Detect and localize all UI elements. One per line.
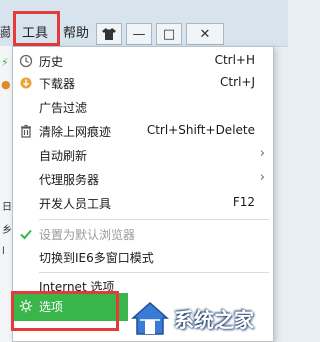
menu-item-shortcut: F12 bbox=[232, 195, 255, 209]
menu-item-label: 清除上网痕迹 bbox=[39, 125, 112, 139]
watermark-text: 系统之家 bbox=[174, 308, 254, 332]
menu-item-label: 下载器 bbox=[39, 77, 76, 91]
options-annotation-frame bbox=[11, 291, 119, 331]
menu-item-proxy-server[interactable]: 代理服务器 › bbox=[13, 169, 273, 191]
gutter-text-1: 日 bbox=[2, 202, 12, 213]
menu-item-shortcut: Ctrl+H bbox=[214, 53, 255, 67]
tools-annotation-frame bbox=[13, 11, 60, 46]
minimize-button[interactable]: — bbox=[126, 23, 152, 45]
menu-item-set-default-browser: 设置为默认浏览器 bbox=[13, 224, 273, 246]
minimize-icon: — bbox=[132, 26, 146, 42]
menu-separator bbox=[39, 219, 269, 220]
menubar-item-help[interactable]: 帮助 bbox=[61, 23, 91, 45]
download-icon bbox=[19, 76, 33, 90]
chevron-right-icon: › bbox=[259, 146, 265, 161]
house-logo-icon bbox=[131, 301, 169, 335]
menu-item-ad-filter[interactable]: 广告过滤 bbox=[13, 97, 273, 119]
menu-item-history[interactable]: 历史 Ctrl+H bbox=[13, 51, 273, 73]
menu-item-label: 代理服务器 bbox=[39, 173, 100, 187]
menu-item-label: 设置为默认浏览器 bbox=[39, 228, 136, 242]
skin-button[interactable] bbox=[96, 23, 122, 45]
menu-item-downloader[interactable]: 下载器 Ctrl+J bbox=[13, 73, 273, 95]
shirt-icon bbox=[102, 28, 116, 40]
lightning-icon: ⚡ bbox=[1, 56, 9, 69]
menu-item-developer-tools[interactable]: 开发人员工具 F12 bbox=[13, 193, 273, 215]
menu-item-label: 开发人员工具 bbox=[39, 197, 112, 211]
check-icon bbox=[19, 227, 33, 241]
close-button[interactable]: ✕ bbox=[186, 23, 224, 45]
trash-icon bbox=[19, 124, 33, 138]
menu-item-shortcut: Ctrl+J bbox=[220, 75, 255, 89]
clock-icon bbox=[19, 54, 33, 68]
maximize-icon: □ bbox=[162, 26, 176, 42]
menu-item-auto-refresh[interactable]: 自动刷新 › bbox=[13, 145, 273, 167]
menu-item-ie6-mode[interactable]: 切换到IE6多窗口模式 bbox=[13, 247, 273, 269]
maximize-button[interactable]: □ bbox=[156, 23, 182, 45]
menu-item-label: 历史 bbox=[39, 55, 64, 69]
orange-icon: ● bbox=[1, 78, 11, 91]
chevron-right-icon: › bbox=[259, 170, 265, 185]
close-icon: ✕ bbox=[199, 26, 211, 42]
menubar-item-partial[interactable]: 藏 bbox=[0, 23, 10, 45]
gutter-text-3: l bbox=[2, 246, 5, 257]
watermark-logo: 系统之家 bbox=[128, 296, 288, 340]
menu-item-label: 广告过滤 bbox=[39, 101, 88, 115]
menu-item-shortcut: Ctrl+Shift+Delete bbox=[146, 123, 255, 137]
menu-item-clear-traces[interactable]: 清除上网痕迹 Ctrl+Shift+Delete bbox=[13, 121, 273, 143]
menu-separator bbox=[39, 272, 269, 273]
menu-item-label: 切换到IE6多窗口模式 bbox=[39, 251, 154, 265]
menu-item-label: 自动刷新 bbox=[39, 149, 88, 163]
gutter-text-2: 乡 bbox=[2, 225, 12, 236]
